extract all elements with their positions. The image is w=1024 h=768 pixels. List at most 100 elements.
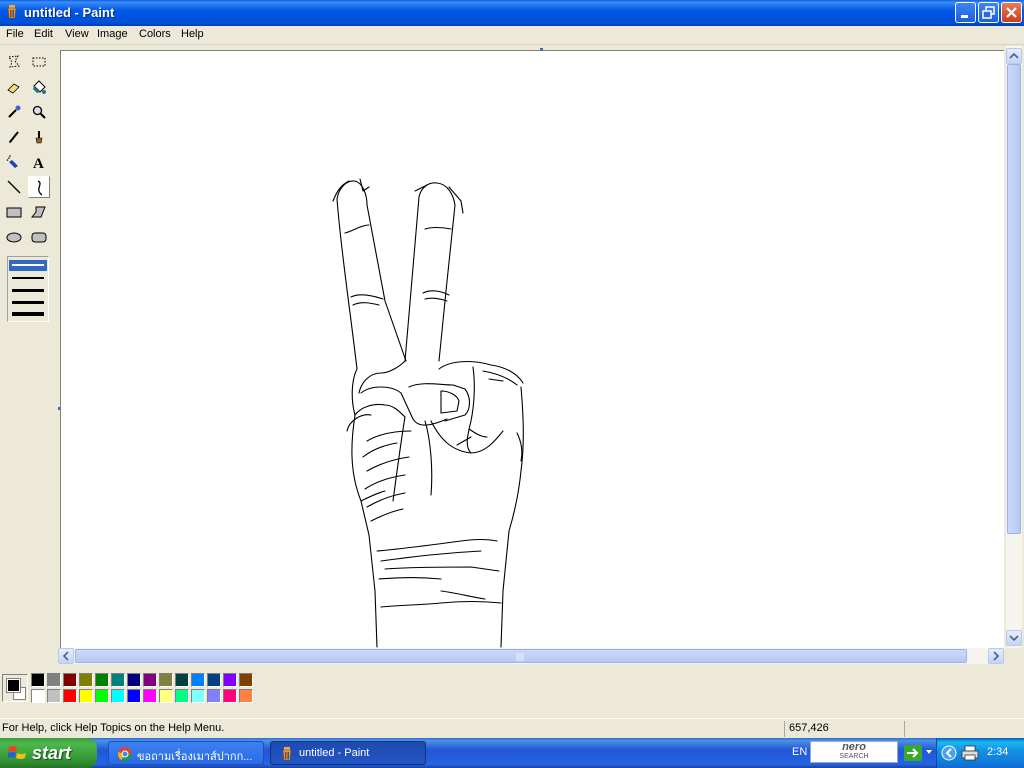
cursor-coordinates: 657,426 (789, 722, 829, 734)
magnifier-tool[interactable] (28, 101, 50, 123)
curve-tool[interactable] (28, 176, 50, 198)
polygon-icon (31, 206, 46, 218)
color-swatch[interactable] (47, 673, 61, 687)
color-swatch[interactable] (95, 689, 109, 703)
color-swatch[interactable] (63, 689, 77, 703)
window-title: untitled - Paint (24, 5, 115, 20)
go-arrow-icon[interactable] (904, 745, 922, 761)
line-width-2[interactable] (12, 277, 44, 279)
status-help-text: For Help, click Help Topics on the Help … (2, 722, 225, 734)
rect-select-icon (32, 57, 46, 67)
color-swatch[interactable] (207, 673, 221, 687)
color-swatch[interactable] (223, 689, 237, 703)
horizontal-scrollbar[interactable] (58, 648, 1004, 664)
canvas-area (56, 46, 1008, 648)
close-button[interactable] (1001, 2, 1022, 23)
color-swatch[interactable] (111, 673, 125, 687)
color-swatch[interactable] (143, 673, 157, 687)
drawing-canvas[interactable] (60, 50, 1004, 648)
menu-file[interactable]: File (6, 28, 24, 40)
airbrush-tool[interactable] (3, 151, 25, 173)
free-form-select-tool[interactable] (3, 51, 25, 73)
color-swatch[interactable] (175, 673, 189, 687)
color-swatch[interactable] (79, 673, 93, 687)
fill-tool[interactable] (28, 76, 50, 98)
arrow-down-icon (1009, 635, 1019, 642)
line-width-4[interactable] (12, 301, 44, 304)
status-divider (904, 721, 905, 737)
rounded-rectangle-icon (31, 232, 47, 243)
vertical-scrollbar[interactable] (1006, 46, 1022, 648)
minimize-button[interactable] (955, 2, 976, 23)
chevron-left-icon[interactable] (941, 745, 957, 761)
menu-colors[interactable]: Colors (139, 28, 171, 40)
color-swatch[interactable] (159, 689, 173, 703)
color-swatch[interactable] (159, 673, 173, 687)
line-width-1[interactable] (12, 264, 44, 266)
line-tool[interactable] (3, 176, 25, 198)
menu-image[interactable]: Image (97, 28, 128, 40)
pencil-icon (9, 131, 19, 143)
pick-color-tool[interactable] (3, 101, 25, 123)
rounded-rectangle-tool[interactable] (28, 226, 50, 248)
taskbar-item-browser[interactable]: ขอถามเรื่องเมาส์ปากก... (108, 741, 264, 765)
start-button[interactable]: start (0, 738, 97, 768)
svg-text:A: A (33, 156, 44, 170)
taskbar-item-label: ขอถามเรื่องเมาส์ปากก... (137, 751, 253, 763)
polygon-tool[interactable] (28, 201, 50, 223)
eraser-tool[interactable] (3, 76, 25, 98)
menu-help[interactable]: Help (181, 28, 204, 40)
brush-icon (35, 131, 43, 144)
menu-edit[interactable]: Edit (34, 28, 53, 40)
color-swatch[interactable] (63, 673, 77, 687)
horizontal-scroll-thumb[interactable] (75, 649, 967, 663)
scroll-left-button[interactable] (58, 648, 74, 664)
color-swatch[interactable] (111, 689, 125, 703)
color-swatch[interactable] (191, 689, 205, 703)
system-tray: 2:34 (936, 738, 1024, 768)
color-swatch[interactable] (127, 673, 141, 687)
language-indicator[interactable]: EN (792, 746, 807, 758)
color-swatch[interactable] (239, 673, 253, 687)
paint-app-icon (7, 5, 17, 19)
line-width-5[interactable] (12, 312, 44, 316)
windows-logo-icon (8, 746, 27, 759)
rectangle-tool[interactable] (3, 201, 25, 223)
nero-search-text: SEARCH (839, 753, 869, 760)
dropdown-arrow-icon[interactable] (926, 750, 932, 754)
color-swatch[interactable] (79, 689, 93, 703)
color-swatch[interactable] (191, 673, 205, 687)
vertical-scroll-thumb[interactable] (1007, 64, 1021, 534)
color-swatch[interactable] (223, 673, 237, 687)
color-swatch[interactable] (47, 689, 61, 703)
color-swatch[interactable] (239, 689, 253, 703)
ellipse-tool[interactable] (3, 226, 25, 248)
select-tool[interactable] (28, 51, 50, 73)
pencil-tool[interactable] (3, 126, 25, 148)
color-swatch[interactable] (31, 673, 45, 687)
text-tool[interactable]: A (28, 151, 50, 173)
line-width-3[interactable] (12, 289, 44, 292)
taskbar-item-paint[interactable]: untitled - Paint (270, 741, 426, 765)
color-swatch[interactable] (175, 689, 189, 703)
hand-peace-sign-drawing (332, 178, 524, 648)
clock[interactable]: 2:34 (987, 746, 1008, 758)
color-swatch[interactable] (143, 689, 157, 703)
color-swatch[interactable] (31, 689, 45, 703)
notification-area: EN nero SEARCH 2:34 (784, 738, 1024, 768)
nero-search-toolbar[interactable]: nero SEARCH (810, 741, 898, 763)
brush-tool[interactable] (28, 126, 50, 148)
color-swatch[interactable] (207, 689, 221, 703)
airbrush-icon (6, 155, 18, 168)
color-swatch[interactable] (95, 673, 109, 687)
menu-view[interactable]: View (65, 28, 89, 40)
scroll-right-button[interactable] (988, 648, 1004, 664)
scroll-down-button[interactable] (1006, 630, 1022, 646)
paint-bucket-icon (33, 80, 46, 94)
free-form-select-icon (8, 55, 20, 68)
scroll-up-button[interactable] (1006, 48, 1022, 64)
printer-icon[interactable] (961, 745, 979, 761)
restore-button[interactable] (978, 2, 999, 23)
color-swatch[interactable] (127, 689, 141, 703)
ellipse-icon (6, 232, 22, 243)
